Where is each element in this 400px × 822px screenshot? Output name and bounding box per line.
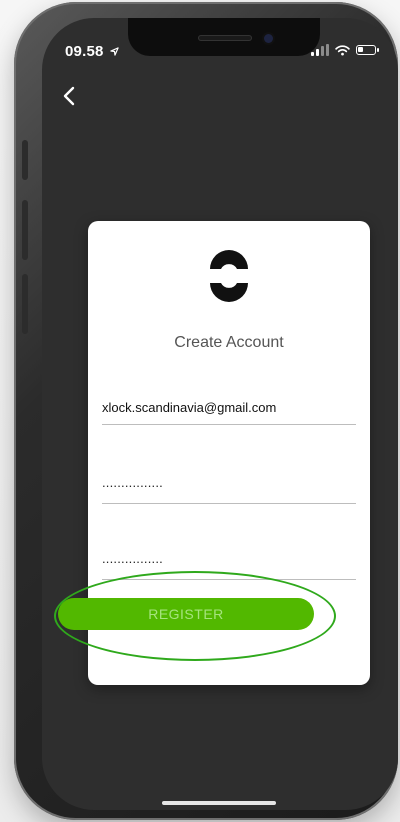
phone-frame: 09.58 Create Account xlock.scandinavia@g…	[14, 2, 398, 820]
wifi-icon	[335, 44, 350, 56]
front-camera	[264, 34, 273, 43]
silent-switch	[22, 140, 28, 180]
location-arrow-icon	[110, 47, 119, 56]
earpiece-speaker	[198, 35, 252, 41]
volume-up-button	[22, 200, 28, 260]
battery-icon	[356, 45, 379, 55]
back-button[interactable]	[56, 82, 84, 110]
password-input[interactable]	[102, 474, 356, 504]
email-input[interactable]	[102, 395, 356, 425]
notch	[128, 18, 320, 56]
register-button[interactable]: REGISTER	[58, 598, 314, 630]
confirm-password-input[interactable]	[102, 550, 356, 580]
cellular-signal-icon	[311, 44, 329, 56]
phone-screen: 09.58 Create Account xlock.scandinavia@g…	[42, 18, 398, 810]
page: 09.58 Create Account xlock.scandinavia@g…	[0, 0, 400, 822]
volume-down-button	[22, 274, 28, 334]
home-indicator	[162, 801, 276, 805]
brand-logo-icon	[210, 250, 248, 302]
status-bar-time: 09.58	[65, 43, 119, 60]
status-bar-icons	[311, 44, 379, 56]
chevron-left-icon	[63, 86, 75, 106]
card-title: Create Account	[174, 334, 284, 351]
status-time-text: 09.58	[65, 43, 104, 60]
